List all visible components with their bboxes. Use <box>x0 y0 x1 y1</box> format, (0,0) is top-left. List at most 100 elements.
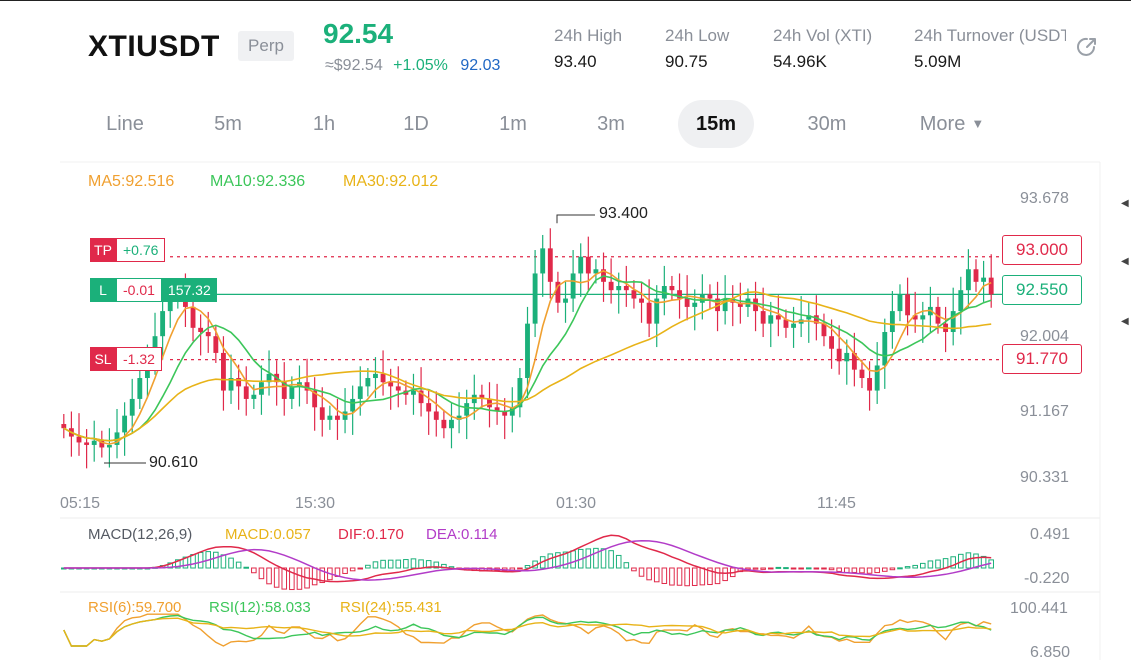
macd-bar <box>365 564 371 569</box>
macd-bar <box>912 564 918 569</box>
tab-30m[interactable]: 30m <box>792 100 862 148</box>
tp-pnl: +0.76 <box>116 238 166 262</box>
tp-price-box[interactable]: 93.000 <box>1002 235 1082 265</box>
macd-bar <box>760 567 766 570</box>
sl-pnl: -1.32 <box>116 347 162 371</box>
candle-body <box>373 373 378 379</box>
rsi6-legend: RSI(6):59.700 <box>88 599 182 616</box>
stop-loss-tag[interactable]: SL -1.32 <box>90 347 162 371</box>
tab-15m[interactable]: 15m <box>678 100 754 148</box>
candle-body <box>639 298 644 303</box>
macd-bar <box>775 566 782 569</box>
macd-bar <box>623 562 630 569</box>
macd-bar <box>349 567 356 572</box>
symbol-title[interactable]: XTIUSDT <box>88 30 220 64</box>
macd-bar <box>821 567 827 570</box>
tp-key: TP <box>90 238 116 262</box>
tab-1h[interactable]: 1h <box>294 100 354 148</box>
candle-body <box>631 290 637 299</box>
macd-bar <box>235 561 242 569</box>
ma5-legend: MA5:92.516 <box>88 173 175 190</box>
collapse-arrow-icon[interactable]: ◀ <box>1121 316 1129 327</box>
macd-bar <box>608 550 614 569</box>
chart-canvas <box>60 161 1101 660</box>
candle-body <box>889 311 895 333</box>
candle-body <box>342 411 348 420</box>
macd-bar <box>570 550 576 569</box>
macd-bar <box>669 567 675 586</box>
candle-body <box>380 373 386 383</box>
position-price-box[interactable]: 92.550 <box>1002 275 1082 305</box>
candle-body <box>160 311 166 337</box>
macd-bar <box>220 554 227 569</box>
change-percent: +1.05% <box>393 57 448 74</box>
candle-body <box>525 323 530 379</box>
candle-body <box>84 442 90 445</box>
price-axis-label: 93.678 <box>1020 190 1069 207</box>
candle-body <box>578 256 584 274</box>
candle-body <box>251 394 257 399</box>
candle-body <box>213 336 219 353</box>
position-tag[interactable]: L -0.01 157.32 <box>90 278 217 302</box>
candle-body <box>920 315 926 320</box>
collapse-arrow-icon[interactable]: ◀ <box>1121 256 1129 267</box>
candle-body <box>905 294 911 316</box>
rsi6-line <box>63 613 992 647</box>
macd-legend-name: MACD(12,26,9) <box>88 526 193 543</box>
candle-body <box>106 444 112 448</box>
rsi12-legend: RSI(12):58.033 <box>209 599 311 616</box>
candle-body <box>388 382 394 387</box>
share-icon[interactable] <box>1074 34 1100 60</box>
dif-legend: DIF:0.170 <box>338 526 404 543</box>
candle-body <box>844 352 850 362</box>
macd-bar <box>266 567 272 585</box>
macd-bar <box>342 567 348 574</box>
candle-body <box>327 415 333 420</box>
price-axis-label: 91.167 <box>1020 403 1069 420</box>
candle-body <box>426 403 432 412</box>
candle-body <box>221 352 226 391</box>
macd-bar <box>296 567 303 590</box>
macd-bar <box>752 567 759 570</box>
macd-bar <box>653 567 660 583</box>
candle-body <box>669 285 675 291</box>
macd-bar <box>273 567 280 588</box>
kline-chart[interactable]: MA5:92.516 MA10:92.336 MA30:92.012 93.67… <box>0 160 1131 661</box>
macd-bar <box>722 567 728 582</box>
tab-5m[interactable]: 5m <box>196 100 260 148</box>
collapse-arrow-icon[interactable]: ◀ <box>1121 198 1129 209</box>
macd-bar <box>600 548 607 569</box>
tab-1m[interactable]: 1m <box>482 100 544 148</box>
candle-body <box>540 248 546 274</box>
stat-value: 90.75 <box>665 52 708 71</box>
candle-body <box>973 269 979 282</box>
candle-body <box>608 281 614 291</box>
stat-label: 24h High <box>554 26 623 45</box>
time-axis-label: 11:45 <box>817 495 856 512</box>
macd-bar <box>813 567 820 570</box>
mark-price: 92.03 <box>460 57 501 74</box>
candle-body <box>319 407 325 420</box>
candle-body <box>205 332 211 337</box>
macd-bar <box>517 567 523 570</box>
candle-body <box>760 311 766 324</box>
sl-price-box[interactable]: 91.770 <box>1002 344 1082 374</box>
candle-body <box>129 398 135 416</box>
candle-body <box>532 273 538 324</box>
candle-body <box>570 273 576 299</box>
take-profit-tag[interactable]: TP +0.76 <box>90 238 166 262</box>
candle-body <box>791 323 796 328</box>
price-detail-row: ≈$92.54 +1.05% 92.03 <box>325 57 500 75</box>
stat-label: 24h Low <box>665 26 730 45</box>
ma10-legend: MA10:92.336 <box>210 173 306 190</box>
tab-line[interactable]: Line <box>90 100 160 148</box>
stat-24h-low: 24h Low 90.75 <box>665 26 729 72</box>
candle-body <box>61 424 67 429</box>
candle-body <box>357 386 363 399</box>
tab-more[interactable]: More ▼ <box>904 100 1000 148</box>
macd-bar <box>228 557 234 569</box>
candle-body <box>395 386 401 391</box>
macd-bar <box>585 548 592 569</box>
tab-3m[interactable]: 3m <box>580 100 642 148</box>
tab-1d[interactable]: 1D <box>386 100 446 148</box>
